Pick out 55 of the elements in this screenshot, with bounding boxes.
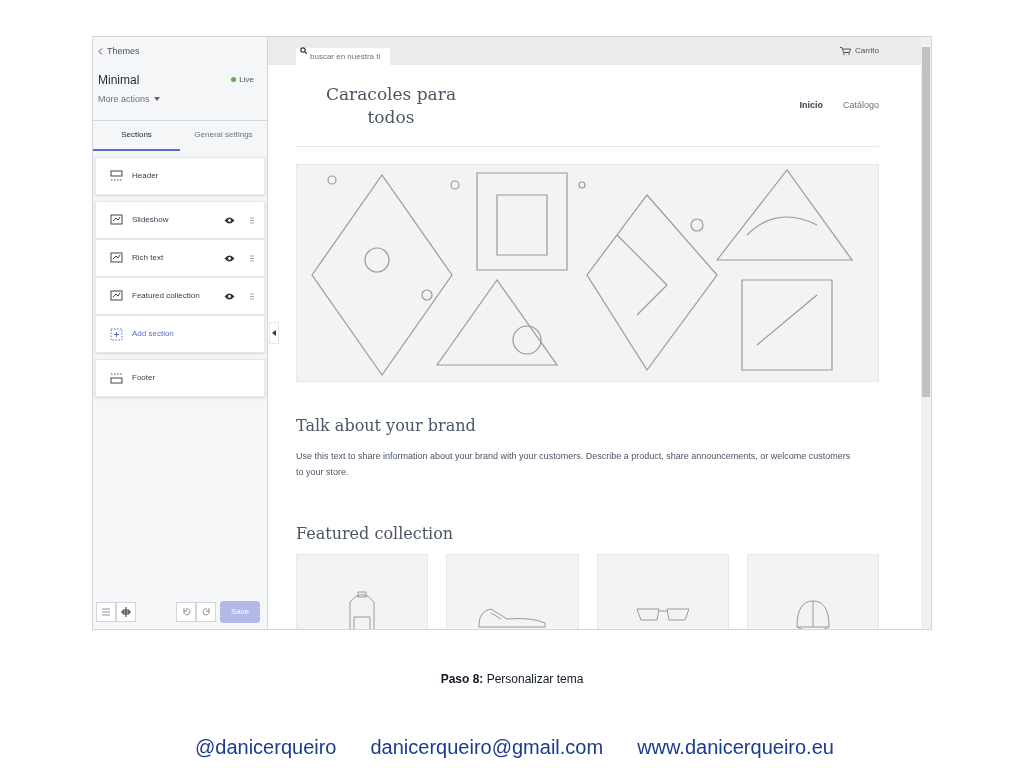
section-icon [110, 213, 123, 227]
sneaker-drawing [477, 607, 548, 629]
redo-button[interactable] [196, 602, 216, 622]
slide-caption: Paso 8: Personalizar tema [439, 671, 585, 688]
collapse-toggle[interactable] [269, 322, 279, 344]
eye-icon[interactable] [224, 216, 235, 224]
section-icon [110, 371, 123, 385]
product-card[interactable] [596, 554, 729, 629]
section-item[interactable]: Rich text [95, 239, 265, 277]
crosshair-icon [121, 607, 131, 617]
contact-text: danicerqueiro@gmail.com [370, 735, 604, 760]
status-label: Live [239, 73, 254, 86]
contact-text: www.danicerqueiro.eu [637, 735, 834, 760]
contact-text: @danicerqueiro [195, 735, 337, 760]
drag-handle-icon[interactable] [250, 216, 254, 224]
theme-name: Minimal [98, 71, 140, 89]
redo-icon [201, 607, 211, 617]
section-heading: Featured collection [296, 523, 455, 545]
section-icon [110, 327, 123, 341]
nav-link[interactable]: Catálogo [842, 98, 879, 113]
sidebar-tab[interactable]: Sections [93, 121, 180, 151]
store-name: Caracoles para todos [324, 82, 458, 129]
sidebar-tab[interactable]: General settings [180, 121, 267, 151]
caret-left-icon [272, 330, 276, 336]
section-item[interactable]: Featured collection [95, 277, 265, 315]
cart-icon [840, 47, 851, 55]
back-link[interactable]: Themes [98, 45, 262, 59]
eye-icon[interactable] [224, 254, 235, 262]
nav-link[interactable]: Inicio [799, 98, 823, 113]
section-icon [110, 251, 123, 265]
drag-handle-icon[interactable] [250, 292, 254, 300]
search-icon [300, 47, 307, 54]
brand-paragraph: Use this text to share information about your brand with your customers. Describe a product, share announcements, or welcome customers to your store. [296, 450, 852, 479]
section-item[interactable]: Footer [95, 359, 265, 397]
caret-icon [153, 97, 160, 102]
lines-icon [101, 608, 111, 616]
product-card[interactable] [296, 554, 429, 629]
section-icon [110, 289, 123, 303]
drag-handle-icon[interactable] [250, 254, 254, 262]
sunglasses-drawing [634, 607, 691, 623]
search-field[interactable]: buscar en nuestra ti [296, 47, 390, 66]
section-item[interactable]: Header [95, 157, 265, 195]
undo-button[interactable] [176, 602, 196, 622]
product-card[interactable] [746, 554, 879, 629]
section-icon [110, 169, 123, 183]
section-heading: Talk about your brand [296, 415, 477, 437]
fullscreen-button[interactable] [116, 602, 136, 622]
product-card[interactable] [446, 554, 579, 629]
more-actions-button[interactable]: More actions [98, 92, 160, 106]
cart-link[interactable]: Carrito [840, 45, 879, 57]
eye-icon[interactable] [224, 292, 235, 300]
chevron-left-icon [98, 48, 103, 56]
add-section-button[interactable]: Add section [95, 315, 265, 353]
section-item[interactable]: Slideshow [95, 201, 265, 239]
undo-icon [181, 607, 191, 617]
